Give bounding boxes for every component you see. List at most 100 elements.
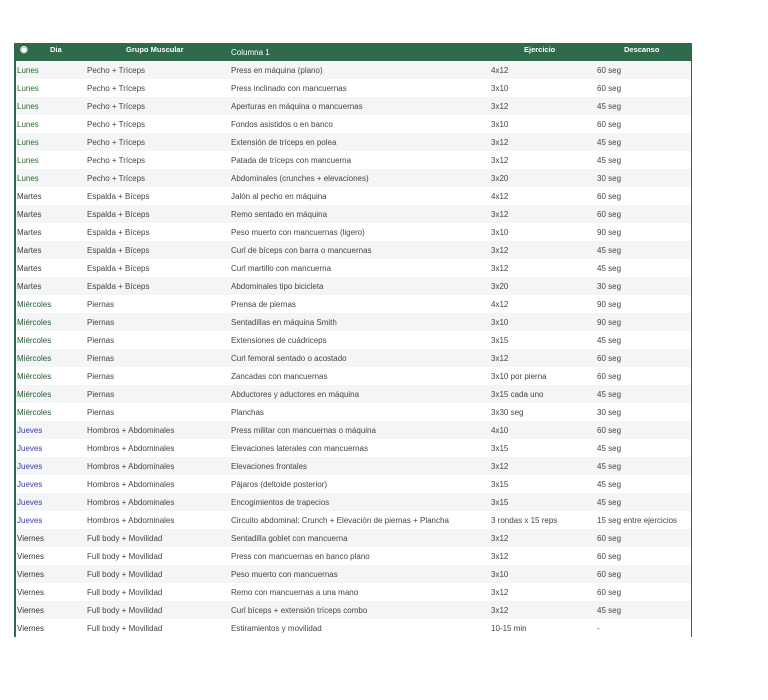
cell-grupo[interactable]: Espalda + Bíceps bbox=[87, 192, 149, 201]
cell-ejercicio-nombre[interactable]: Zancadas con mancuernas bbox=[231, 372, 328, 381]
header-ejercicio[interactable]: Ejercicio bbox=[524, 45, 555, 54]
table-row[interactable]: Miércoles Piernas Abductores y aductores e… bbox=[16, 385, 691, 403]
cell-dia[interactable]: Jueves bbox=[17, 480, 42, 489]
cell-series[interactable]: 3x15 bbox=[491, 444, 508, 453]
cell-descanso[interactable]: 45 seg bbox=[597, 246, 621, 255]
cell-series[interactable]: 3x12 bbox=[491, 264, 508, 273]
cell-ejercicio-nombre[interactable]: Sentadilla goblet con mancuerna bbox=[231, 534, 348, 543]
table-row[interactable]: Miércoles Piernas Sentadillas en máquina S… bbox=[16, 313, 691, 331]
cell-grupo[interactable]: Piernas bbox=[87, 372, 114, 381]
header-dia[interactable]: Dia bbox=[50, 45, 62, 54]
table-row[interactable]: Martes Espalda + Bíceps Curl de bíceps con… bbox=[16, 241, 691, 259]
table-row[interactable]: Lunes Pecho + Tríceps Fondos asistidos o e… bbox=[16, 115, 691, 133]
cell-descanso[interactable]: 45 seg bbox=[597, 444, 621, 453]
table-row[interactable]: Miércoles Piernas Planchas 3x30 seg 30 seg bbox=[16, 403, 691, 421]
cell-descanso[interactable]: 45 seg bbox=[597, 264, 621, 273]
cell-grupo[interactable]: Hombros + Abdominales bbox=[87, 462, 174, 471]
cell-dia[interactable]: Miércoles bbox=[17, 390, 51, 399]
table-row[interactable]: Viernes Full body + Movilidad Estiramiento… bbox=[16, 619, 691, 637]
table-row[interactable]: Viernes Full body + Movilidad Sentadilla g… bbox=[16, 529, 691, 547]
cell-grupo[interactable]: Full body + Movilidad bbox=[87, 570, 162, 579]
table-row[interactable]: Martes Espalda + Bíceps Curl martillo con … bbox=[16, 259, 691, 277]
cell-grupo[interactable]: Piernas bbox=[87, 336, 114, 345]
table-row[interactable]: Jueves Hombros + Abdominales Circuito abdo… bbox=[16, 511, 691, 529]
cell-ejercicio-nombre[interactable]: Abductores y aductores en máquina bbox=[231, 390, 359, 399]
cell-grupo[interactable]: Full body + Movilidad bbox=[87, 606, 162, 615]
table-row[interactable]: Martes Espalda + Bíceps Remo sentado en má… bbox=[16, 205, 691, 223]
table-row[interactable]: Viernes Full body + Movilidad Curl bíceps … bbox=[16, 601, 691, 619]
cell-descanso[interactable]: 60 seg bbox=[597, 354, 621, 363]
cell-ejercicio-nombre[interactable]: Remo sentado en máquina bbox=[231, 210, 327, 219]
cell-descanso[interactable]: 60 seg bbox=[597, 192, 621, 201]
cell-dia[interactable]: Miércoles bbox=[17, 300, 51, 309]
cell-dia[interactable]: Jueves bbox=[17, 462, 42, 471]
cell-series[interactable]: 3x10 bbox=[491, 228, 508, 237]
cell-grupo[interactable]: Hombros + Abdominales bbox=[87, 444, 174, 453]
cell-ejercicio-nombre[interactable]: Pájaros (deltoide posterior) bbox=[231, 480, 327, 489]
cell-series[interactable]: 3x12 bbox=[491, 246, 508, 255]
cell-grupo[interactable]: Pecho + Tríceps bbox=[87, 66, 145, 75]
cell-series[interactable]: 3x10 bbox=[491, 84, 508, 93]
cell-grupo[interactable]: Pecho + Tríceps bbox=[87, 120, 145, 129]
table-row[interactable]: Lunes Pecho + Tríceps Patada de tríceps co… bbox=[16, 151, 691, 169]
cell-ejercicio-nombre[interactable]: Peso muerto con mancuernas bbox=[231, 570, 338, 579]
cell-descanso[interactable]: 60 seg bbox=[597, 372, 621, 381]
cell-ejercicio-nombre[interactable]: Press militar con mancuernas o máquina bbox=[231, 426, 376, 435]
cell-series[interactable]: 3x10 bbox=[491, 120, 508, 129]
cell-descanso[interactable]: 60 seg bbox=[597, 120, 621, 129]
cell-series[interactable]: 3x12 bbox=[491, 534, 508, 543]
cell-ejercicio-nombre[interactable]: Press inclinado con mancuernas bbox=[231, 84, 347, 93]
cell-descanso[interactable]: 90 seg bbox=[597, 228, 621, 237]
table-row[interactable]: Lunes Pecho + Tríceps Extensión de tríceps… bbox=[16, 133, 691, 151]
table-row[interactable]: Lunes Pecho + Tríceps Press inclinado con … bbox=[16, 79, 691, 97]
cell-dia[interactable]: Viernes bbox=[17, 534, 44, 543]
cell-series[interactable]: 4x12 bbox=[491, 300, 508, 309]
cell-ejercicio-nombre[interactable]: Sentadillas en máquina Smith bbox=[231, 318, 337, 327]
cell-grupo[interactable]: Full body + Movilidad bbox=[87, 534, 162, 543]
cell-ejercicio-nombre[interactable]: Elevaciones frontales bbox=[231, 462, 307, 471]
cell-dia[interactable]: Lunes bbox=[17, 174, 39, 183]
cell-descanso[interactable]: 60 seg bbox=[597, 534, 621, 543]
cell-series[interactable]: 3x15 bbox=[491, 336, 508, 345]
cell-grupo[interactable]: Pecho + Tríceps bbox=[87, 156, 145, 165]
cell-dia[interactable]: Martes bbox=[17, 264, 41, 273]
cell-dia[interactable]: Martes bbox=[17, 246, 41, 255]
cell-ejercicio-nombre[interactable]: Patada de tríceps con mancuerna bbox=[231, 156, 351, 165]
cell-ejercicio-nombre[interactable]: Curl martillo con mancuerna bbox=[231, 264, 331, 273]
cell-dia[interactable]: Miércoles bbox=[17, 408, 51, 417]
cell-dia[interactable]: Jueves bbox=[17, 444, 42, 453]
cell-series[interactable]: 3x12 bbox=[491, 552, 508, 561]
cell-grupo[interactable]: Hombros + Abdominales bbox=[87, 498, 174, 507]
cell-series[interactable]: 4x12 bbox=[491, 192, 508, 201]
cell-grupo[interactable]: Piernas bbox=[87, 408, 114, 417]
cell-descanso[interactable]: 60 seg bbox=[597, 84, 621, 93]
cell-dia[interactable]: Martes bbox=[17, 282, 41, 291]
header-grupo[interactable]: Grupo Muscular bbox=[126, 45, 184, 54]
cell-ejercicio-nombre[interactable]: Fondos asistidos o en banco bbox=[231, 120, 333, 129]
table-row[interactable]: Viernes Full body + Movilidad Press con ma… bbox=[16, 547, 691, 565]
cell-ejercicio-nombre[interactable]: Abdominales (crunches + elevaciones) bbox=[231, 174, 369, 183]
table-row[interactable]: Viernes Full body + Movilidad Remo con man… bbox=[16, 583, 691, 601]
cell-ejercicio-nombre[interactable]: Press con mancuernas en banco plano bbox=[231, 552, 370, 561]
cell-series[interactable]: 3x12 bbox=[491, 156, 508, 165]
table-row[interactable]: Martes Espalda + Bíceps Abdominales tipo b… bbox=[16, 277, 691, 295]
cell-ejercicio-nombre[interactable]: Planchas bbox=[231, 408, 264, 417]
cell-dia[interactable]: Jueves bbox=[17, 498, 42, 507]
cell-series[interactable]: 3x12 bbox=[491, 138, 508, 147]
cell-dia[interactable]: Viernes bbox=[17, 570, 44, 579]
cell-descanso[interactable]: 45 seg bbox=[597, 102, 621, 111]
cell-descanso[interactable]: 45 seg bbox=[597, 156, 621, 165]
cell-grupo[interactable]: Piernas bbox=[87, 318, 114, 327]
cell-ejercicio-nombre[interactable]: Extensiones de cuádriceps bbox=[231, 336, 327, 345]
cell-series[interactable]: 3x10 bbox=[491, 570, 508, 579]
cell-descanso[interactable]: 60 seg bbox=[597, 570, 621, 579]
cell-ejercicio-nombre[interactable]: Aperturas en máquina o mancuernas bbox=[231, 102, 363, 111]
cell-ejercicio-nombre[interactable]: Encogimientos de trapecios bbox=[231, 498, 329, 507]
table-row[interactable]: Miércoles Piernas Prensa de piernas 4x12 90 … bbox=[16, 295, 691, 313]
cell-dia[interactable]: Viernes bbox=[17, 588, 44, 597]
header-columna-1[interactable]: Columna 1 bbox=[231, 48, 270, 57]
cell-dia[interactable]: Martes bbox=[17, 228, 41, 237]
cell-descanso[interactable]: 45 seg bbox=[597, 498, 621, 507]
table-row[interactable]: Lunes Pecho + Tríceps Press en máquina (pl… bbox=[16, 61, 691, 79]
cell-series[interactable]: 3x15 cada uno bbox=[491, 390, 544, 399]
